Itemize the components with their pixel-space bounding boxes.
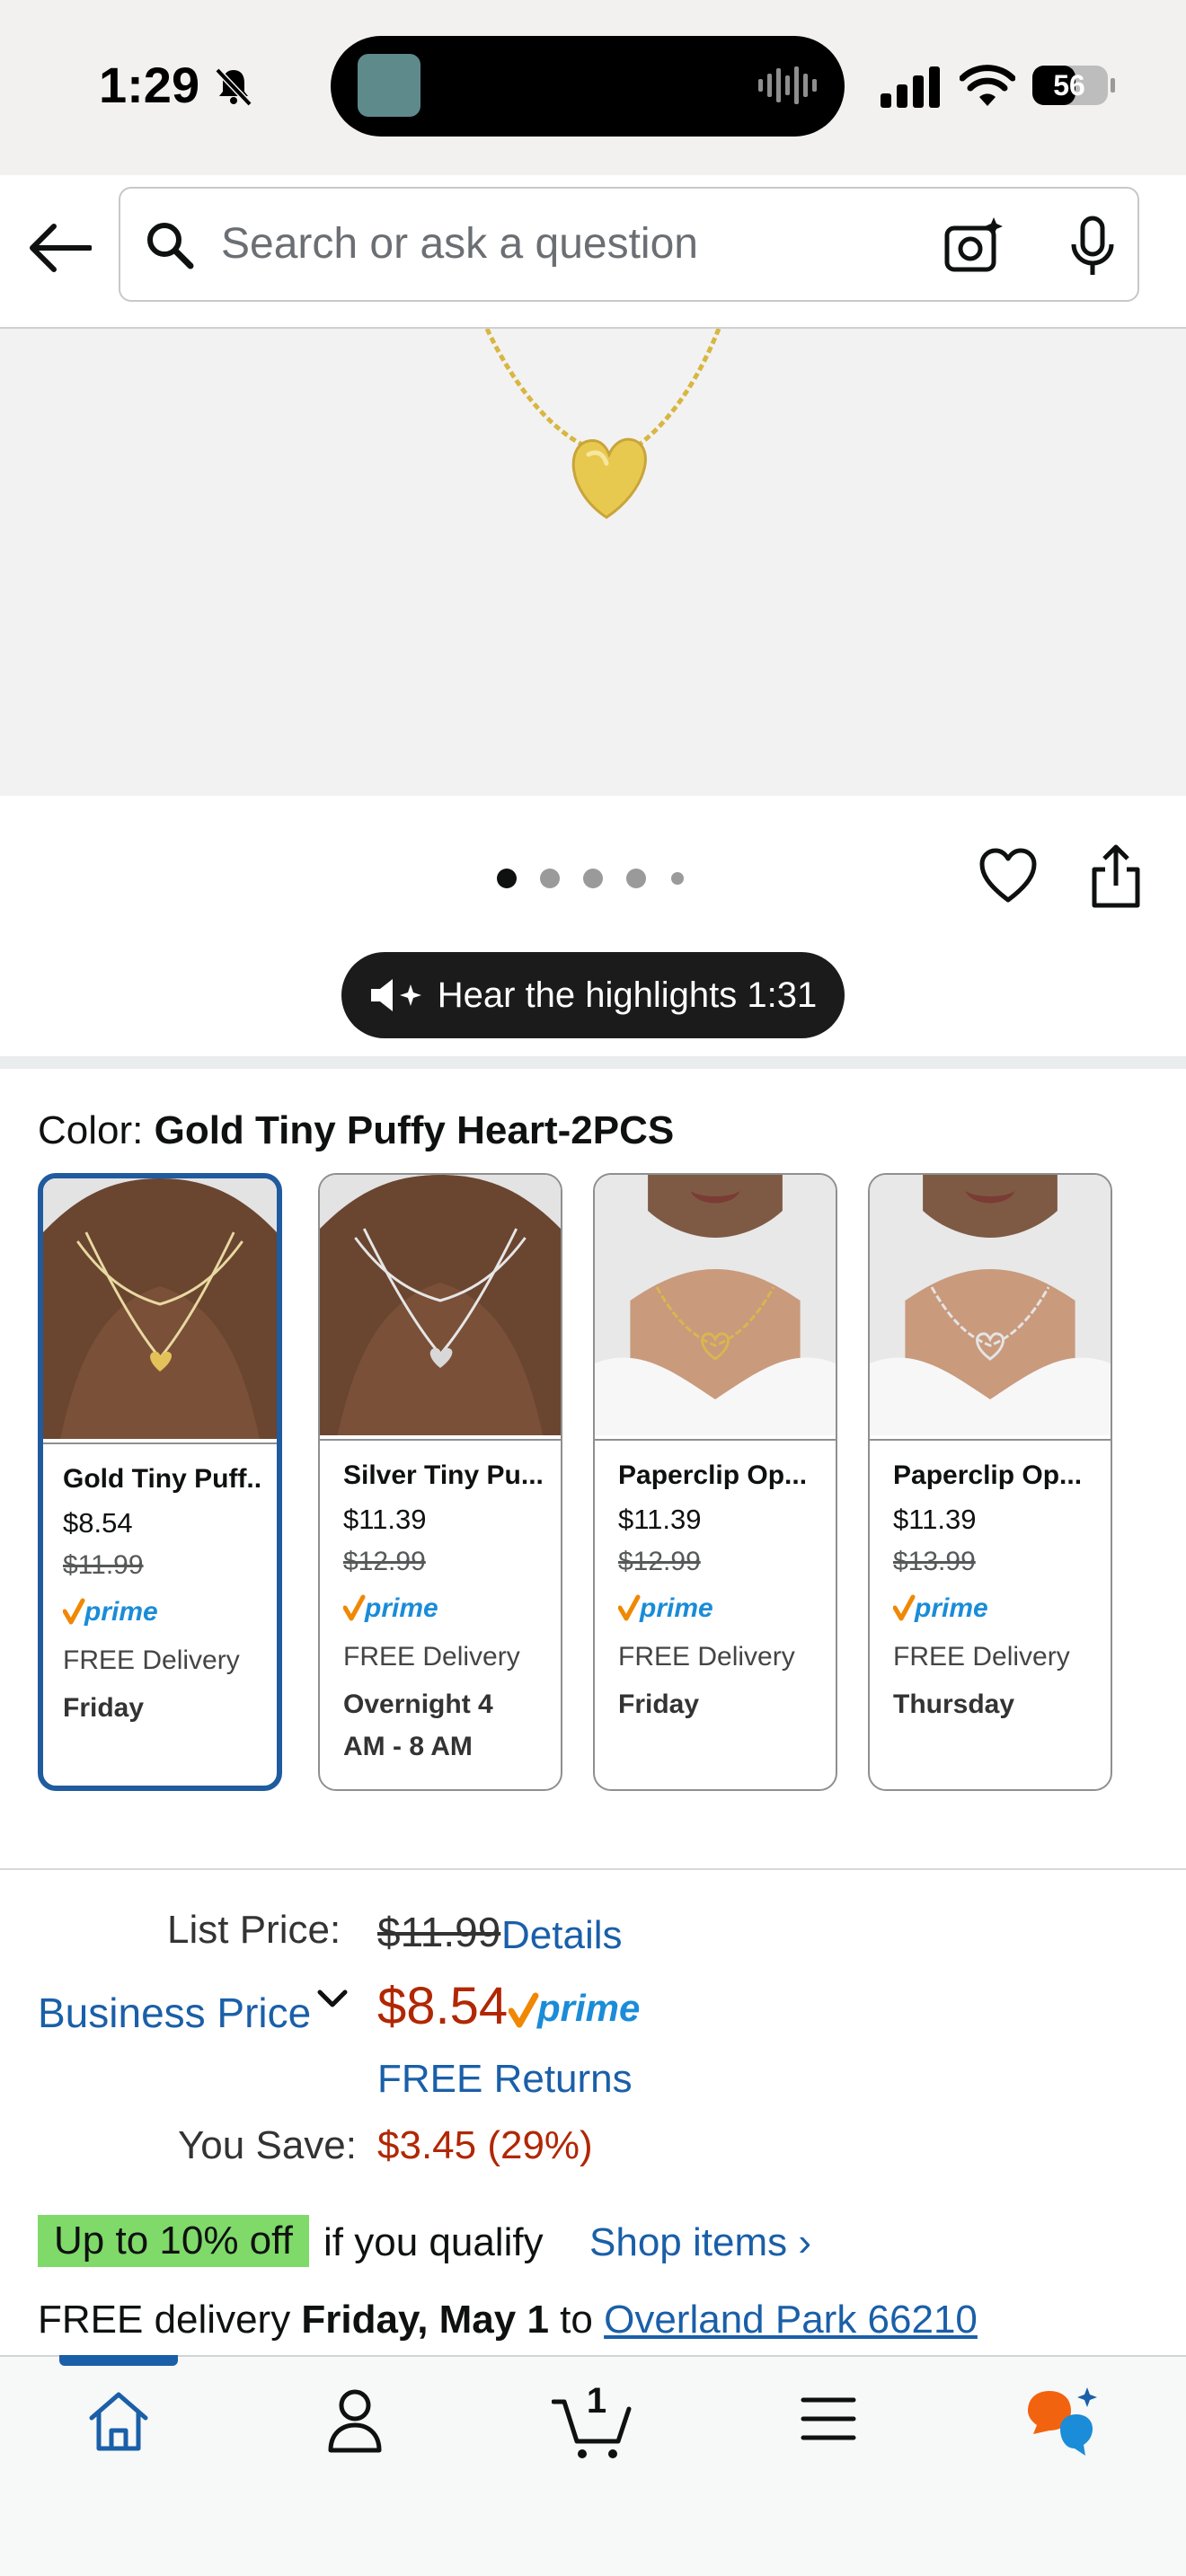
silver-heart-swatch-image — [320, 1175, 561, 1435]
swatch-name: Paperclip Op... — [893, 1460, 1083, 1490]
account-icon[interactable] — [325, 2387, 385, 2454]
active-tab-indicator — [59, 2355, 178, 2366]
microphone-icon[interactable] — [1067, 216, 1118, 277]
search-placeholder: Search or ask a question — [221, 220, 698, 268]
status-time: 1:29 — [99, 57, 200, 113]
svg-text:prime: prime — [914, 1593, 988, 1623]
prime-logo-icon: prime — [343, 1593, 438, 1623]
svg-text:prime: prime — [639, 1593, 713, 1623]
hear-highlights-label: Hear the highlights 1:31 — [437, 975, 818, 1015]
discount-qualify-text: if you qualify — [323, 2220, 544, 2264]
speaker-sparkle-icon — [370, 979, 421, 1011]
swatch-divider — [43, 1442, 277, 1444]
discount-badge: Up to 10% off — [38, 2215, 309, 2267]
swatch-old-price: $13.99 — [893, 1547, 976, 1576]
prime-logo-icon: prime — [893, 1593, 988, 1623]
bell-muted-icon — [215, 67, 252, 107]
cellular-signal-icon — [881, 66, 940, 108]
svg-text:prime: prime — [536, 1987, 640, 2029]
delivery-location-link[interactable]: Overland Park 66210 — [604, 2298, 978, 2342]
wishlist-heart-icon[interactable] — [979, 848, 1037, 904]
cart-icon[interactable]: 1 — [552, 2377, 634, 2461]
rufus-assistant-icon[interactable] — [1024, 2386, 1100, 2459]
swatch-delivery: FREE Delivery — [63, 1645, 240, 1675]
swatch-delivery-day: Thursday — [893, 1689, 1015, 1719]
current-price: $8.54 — [377, 1977, 509, 2035]
prime-logo-icon: prime — [618, 1593, 713, 1623]
menu-icon[interactable] — [800, 2393, 857, 2445]
swatch-delivery: FREE Delivery — [893, 1642, 1070, 1672]
swatch-name: Silver Tiny Pu... — [343, 1460, 544, 1490]
swatch-old-price: $11.99 — [63, 1550, 144, 1580]
list-price-value: $11.99 — [377, 1909, 501, 1955]
swatch-price: $8.54 — [63, 1507, 133, 1539]
prime-logo-icon: prime — [63, 1597, 158, 1627]
back-arrow-icon[interactable] — [27, 221, 92, 275]
svg-text:prime: prime — [84, 1597, 158, 1627]
search-icon — [147, 223, 194, 269]
swatch-name: Paperclip Op... — [618, 1460, 808, 1490]
delivery-info: FREE delivery Friday, May 1 to Overland … — [38, 2298, 978, 2342]
swatch-divider — [595, 1439, 836, 1441]
gold-heart-swatch-image — [43, 1178, 277, 1439]
share-icon[interactable] — [1089, 844, 1143, 909]
swatch-price: $11.39 — [618, 1504, 702, 1535]
color-swatch-silver-heart[interactable]: Silver Tiny Pu... $11.39 $12.99 prime FR… — [318, 1173, 562, 1791]
shop-items-link[interactable]: Shop items › — [589, 2220, 811, 2265]
color-swatch-paperclip-gold[interactable]: Paperclip Op... $11.39 $12.99 prime FREE… — [593, 1173, 837, 1791]
home-icon[interactable] — [86, 2389, 151, 2454]
you-save-label: You Save: — [178, 2123, 357, 2167]
business-price-toggle[interactable]: Business Price — [38, 1989, 311, 2037]
color-swatch-paperclip-silver[interactable]: Paperclip Op... $11.39 $13.99 prime FREE… — [868, 1173, 1112, 1791]
swatch-delivery-day: Friday — [63, 1693, 145, 1723]
swatch-divider — [320, 1439, 561, 1441]
delivery-prefix: FREE delivery — [38, 2298, 302, 2342]
carousel-dots[interactable] — [492, 866, 690, 891]
svg-text:prime: prime — [364, 1593, 438, 1623]
color-selection-label: Color: Gold Tiny Puffy Heart-2PCS — [38, 1108, 674, 1153]
hear-highlights-button[interactable]: Hear the highlights 1:31 — [341, 952, 845, 1038]
price-details-link[interactable]: Details — [501, 1913, 623, 1958]
you-save-value: $3.45 (29%) — [377, 2123, 593, 2167]
swatch-price: $11.39 — [893, 1504, 977, 1535]
audio-waveform-icon — [758, 66, 817, 104]
swatch-price: $11.39 — [343, 1504, 427, 1535]
prime-logo-icon: prime — [509, 1987, 640, 2029]
free-returns-link[interactable]: FREE Returns — [377, 2057, 633, 2102]
color-swatch-gold-heart[interactable]: Gold Tiny Puff.. $8.54 $11.99 prime FREE… — [38, 1173, 282, 1791]
paperclip-gold-swatch-image — [595, 1175, 836, 1435]
swatch-delivery-day: Friday — [618, 1689, 700, 1719]
swatch-delivery-day: Overnight 4 AM - 8 AM — [343, 1689, 493, 1761]
chevron-down-icon[interactable] — [314, 1985, 350, 2012]
swatch-old-price: $12.99 — [618, 1547, 701, 1576]
swatch-delivery: FREE Delivery — [618, 1642, 795, 1672]
cart-count: 1 — [587, 2381, 606, 2421]
swatch-old-price: $12.99 — [343, 1547, 426, 1576]
selected-color-name: Gold Tiny Puffy Heart-2PCS — [154, 1108, 675, 1152]
heart-necklace-image — [484, 329, 721, 519]
album-art-thumbnail[interactable] — [358, 54, 420, 117]
paperclip-silver-swatch-image — [870, 1175, 1111, 1435]
battery-level: 56 — [1053, 69, 1085, 101]
list-price-label: List Price: — [167, 1908, 341, 1952]
section-separator — [0, 1056, 1186, 1069]
swatch-delivery: FREE Delivery — [343, 1642, 520, 1672]
wifi-icon — [960, 65, 1015, 106]
pricing-divider — [0, 1868, 1186, 1870]
swatch-name: Gold Tiny Puff.. — [63, 1464, 262, 1494]
color-label-prefix: Color: — [38, 1108, 155, 1152]
swatch-divider — [870, 1439, 1111, 1441]
delivery-to: to — [548, 2298, 605, 2342]
delivery-date: Friday, May 1 — [301, 2298, 549, 2342]
battery-icon: 56 — [1032, 66, 1115, 105]
camera-search-icon[interactable] — [943, 216, 1003, 275]
